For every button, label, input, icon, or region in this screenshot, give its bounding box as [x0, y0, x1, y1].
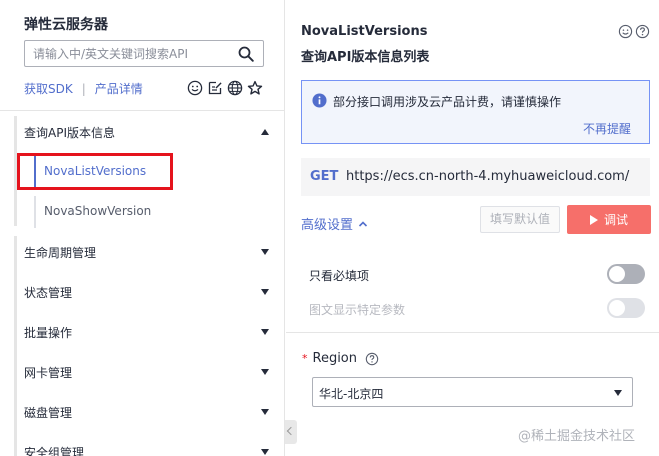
link-separator: | — [81, 81, 86, 96]
help-icon[interactable] — [365, 352, 379, 366]
api-item-label: NovaShowVersion — [44, 204, 152, 218]
endpoint-url: https://ecs.cn-north-4.myhuaweicloud.com… — [346, 169, 630, 184]
category-query-api-version[interactable]: 查询API版本信息 — [0, 112, 285, 152]
required-only-row: 只看必填项 — [309, 262, 649, 286]
specific-params-row: 图文显示特定参数 — [309, 296, 649, 320]
category-label: 网卡管理 — [24, 366, 73, 380]
category-nic[interactable]: 网卡管理 — [0, 352, 285, 392]
api-item-nova-show-version[interactable]: NovaShowVersion — [34, 194, 274, 230]
advanced-settings-toggle[interactable]: 高级设置 — [301, 214, 368, 233]
billing-notice: 部分接口调用涉及云产品计费，请谨慎操作 不再提醒 — [301, 80, 650, 144]
category-label: 生命周期管理 — [24, 246, 97, 260]
highlight-box — [17, 153, 173, 190]
category-label: 磁盘管理 — [24, 406, 73, 420]
api-description: 查询API版本信息列表 — [301, 50, 430, 65]
sidebar-divider — [0, 110, 285, 111]
http-method: GET — [310, 169, 339, 184]
category-label: 批量操作 — [24, 326, 73, 340]
dont-remind-link[interactable]: 不再提醒 — [583, 120, 631, 137]
notice-text: 部分接口调用涉及云产品计费，请谨慎操作 — [333, 95, 562, 109]
search-box[interactable] — [24, 40, 264, 67]
star-icon[interactable] — [247, 80, 263, 96]
api-detail-panel: NovaListVersions 查询API版本信息列表 部分接口调用涉及云产品… — [286, 0, 659, 456]
required-mark: * — [302, 352, 308, 365]
sidebar-tools — [187, 80, 263, 96]
edit-note-icon[interactable] — [207, 80, 223, 96]
debug-button[interactable]: 调试 — [567, 205, 651, 234]
info-icon — [312, 93, 327, 108]
specific-params-label: 图文显示特定参数 — [309, 303, 406, 317]
category-status[interactable]: 状态管理 — [0, 272, 285, 312]
chevron-down-icon — [261, 369, 269, 375]
request-url: GET https://ecs.cn-north-4.myhuaweicloud… — [301, 158, 650, 196]
chevron-up-icon — [358, 220, 368, 227]
item-indicator — [34, 196, 36, 228]
region-field-label: * Region — [302, 351, 379, 366]
smile-icon[interactable] — [187, 80, 203, 96]
advanced-settings-label: 高级设置 — [301, 218, 354, 233]
chevron-down-icon — [261, 409, 269, 415]
section-divider — [286, 332, 659, 333]
required-only-switch[interactable] — [607, 264, 645, 284]
chevron-down-icon — [261, 289, 269, 295]
search-icon[interactable] — [238, 46, 254, 62]
chevron-down-icon — [261, 329, 269, 335]
region-select[interactable]: 华北-北京四 — [312, 377, 633, 407]
api-name: NovaListVersions — [301, 24, 428, 39]
chevron-down-icon — [614, 390, 622, 396]
chevron-up-icon — [261, 129, 269, 135]
category-batch[interactable]: 批量操作 — [0, 312, 285, 352]
watermark: @稀土掘金技术社区 — [518, 429, 636, 444]
category-lifecycle[interactable]: 生命周期管理 — [0, 232, 285, 272]
specific-params-switch[interactable] — [607, 298, 645, 318]
required-only-label: 只看必填项 — [309, 269, 370, 283]
category-label: 安全组管理 — [24, 446, 85, 456]
search-input[interactable] — [33, 45, 233, 63]
product-details-link[interactable]: 产品详情 — [95, 80, 143, 97]
category-disk[interactable]: 磁盘管理 — [0, 392, 285, 432]
api-sidebar: 弹性云服务器 获取SDK | 产品详情 — [0, 0, 285, 456]
chevron-down-icon — [261, 249, 269, 255]
smile-icon[interactable] — [618, 24, 633, 39]
globe-icon[interactable] — [227, 80, 243, 96]
category-label: 状态管理 — [24, 286, 73, 300]
play-icon — [589, 214, 598, 225]
fill-default-button[interactable]: 填写默认值 — [480, 206, 560, 233]
region-label: Region — [312, 351, 358, 366]
service-title: 弹性云服务器 — [24, 17, 108, 33]
category-label: 查询API版本信息 — [24, 126, 115, 140]
get-sdk-link[interactable]: 获取SDK — [24, 80, 73, 97]
region-select-value: 华北-北京四 — [319, 387, 384, 401]
chevron-down-icon — [261, 449, 269, 455]
debug-button-label: 调试 — [603, 213, 628, 227]
category-security-group[interactable]: 安全组管理 — [0, 432, 285, 456]
help-icon[interactable] — [635, 24, 650, 39]
sidebar-links: 获取SDK | 产品详情 — [24, 80, 143, 97]
header-icons — [618, 24, 650, 39]
